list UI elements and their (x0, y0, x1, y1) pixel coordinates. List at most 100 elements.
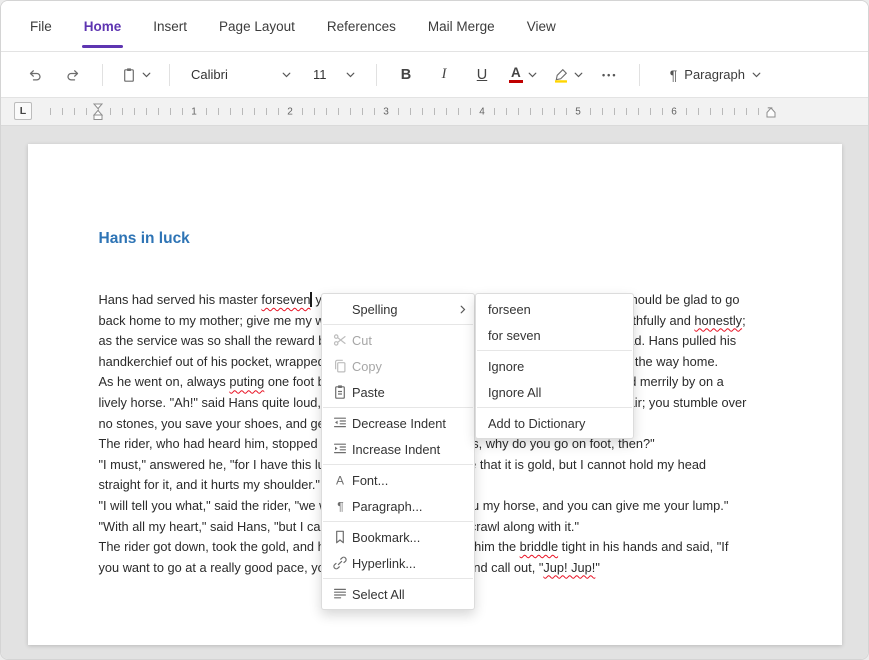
document-heading: Hans in luck (99, 230, 771, 248)
increase-indent-icon (328, 441, 352, 457)
context-menu: Spelling Cut Copy Paste Decrease Indent Incre… (321, 293, 475, 610)
indent-marker-left[interactable] (93, 103, 103, 121)
menu-item-bookmark[interactable]: Bookmark... (322, 524, 474, 550)
font-name-select[interactable]: Calibri (183, 60, 299, 90)
horizontal-ruler: L 1234567 (1, 98, 868, 126)
menu-separator (323, 521, 473, 522)
svg-text:A: A (336, 474, 344, 488)
chevron-down-icon (142, 72, 151, 78)
undo-icon (27, 67, 43, 83)
menu-item-forseen[interactable]: forseen (476, 296, 633, 322)
bold-label: B (401, 67, 411, 83)
menu-bar: FileHomeInsertPage LayoutReferencesMail … (1, 1, 868, 52)
menu-item-spelling[interactable]: Spelling (322, 296, 474, 322)
bold-button[interactable]: B (390, 60, 422, 90)
document-editor-app: FileHomeInsertPage LayoutReferencesMail … (0, 0, 869, 660)
misspelled-word: honestly (694, 313, 742, 328)
font-icon: A (328, 472, 352, 488)
decrease-indent-icon (328, 415, 352, 431)
menu-item-cut: Cut (322, 327, 474, 353)
ruler-number-2: 2 (284, 106, 296, 117)
tab-mail-merge[interactable]: Mail Merge (415, 1, 508, 51)
svg-text:¶: ¶ (337, 500, 343, 514)
ruler-number-6: 6 (668, 106, 680, 117)
toolbar-separator (102, 64, 103, 86)
more-options-button[interactable]: ••• (594, 60, 626, 90)
chevron-down-icon (346, 72, 355, 78)
toolbar-separator (376, 64, 377, 86)
menu-item-ignore-all[interactable]: Ignore All (476, 379, 633, 405)
menu-item-add-to-dictionary[interactable]: Add to Dictionary (476, 410, 633, 436)
menu-item-for-seven[interactable]: for seven (476, 322, 633, 348)
menu-item-label: Ignore (488, 359, 625, 374)
menu-item-decrease-indent[interactable]: Decrease Indent (322, 410, 474, 436)
scissors-icon (328, 332, 352, 348)
pilcrow-icon: ¶ (670, 67, 678, 83)
ellipsis-icon: ••• (602, 70, 617, 80)
underline-label: U (477, 67, 487, 83)
menu-item-label: Paste (352, 385, 466, 400)
menu-item-paragraph[interactable]: ¶ Paragraph... (322, 493, 474, 519)
misspelled-word: forseven (261, 292, 310, 307)
highlight-icon (553, 67, 569, 83)
chevron-down-icon (282, 72, 291, 78)
misspelled-word: briddle (520, 539, 558, 554)
font-size-select[interactable]: 11 (305, 60, 363, 90)
menu-item-label: Paragraph... (352, 499, 466, 514)
ruler-number-1: 1 (188, 106, 200, 117)
tab-view[interactable]: View (514, 1, 569, 51)
tab-insert[interactable]: Insert (140, 1, 200, 51)
chevron-down-icon (574, 72, 583, 78)
ruler-ticks (50, 108, 771, 115)
menu-item-increase-indent[interactable]: Increase Indent (322, 436, 474, 462)
toolbar: Calibri 11 B I U A ••• ¶ Paragraph (1, 52, 868, 98)
toolbar-separator (639, 64, 640, 86)
underline-button[interactable]: U (466, 60, 498, 90)
tab-file[interactable]: File (17, 1, 65, 51)
tab-references[interactable]: References (314, 1, 409, 51)
tab-page-layout[interactable]: Page Layout (206, 1, 308, 51)
misspelled-word: puting (229, 374, 264, 389)
clipboard-button[interactable] (116, 60, 156, 90)
ruler-number-5: 5 (572, 106, 584, 117)
spelling-submenu: forseen for seven Ignore Ignore All Add to D… (475, 293, 634, 439)
text-run: tight in his hands and said, "If (558, 539, 728, 554)
undo-button[interactable] (19, 60, 51, 90)
menu-item-select-all[interactable]: Select All (322, 581, 474, 607)
menu-item-font[interactable]: AFont... (322, 467, 474, 493)
highlight-color-button[interactable] (548, 60, 588, 90)
font-name-value: Calibri (191, 67, 228, 82)
menu-item-label: Bookmark... (352, 530, 466, 545)
paragraph-options-button[interactable]: ¶ Paragraph (661, 60, 770, 90)
select-all-icon (328, 586, 352, 602)
clipboard-icon (121, 67, 137, 83)
menu-item-label: Copy (352, 359, 466, 374)
italic-button[interactable]: I (428, 60, 460, 90)
ruler-number-4: 4 (476, 106, 488, 117)
text-run: " (595, 560, 600, 575)
font-size-value: 11 (313, 67, 327, 82)
indent-marker-right[interactable] (766, 107, 776, 119)
menu-item-label: Ignore All (488, 385, 625, 400)
tab-home[interactable]: Home (71, 1, 135, 51)
menu-separator (323, 407, 473, 408)
menu-item-label: Cut (352, 333, 466, 348)
font-color-icon: A (509, 66, 523, 84)
toolbar-separator (169, 64, 170, 86)
chevron-down-icon (752, 72, 761, 78)
tab-stop-selector[interactable]: L (14, 102, 32, 120)
menu-item-label: forseen (488, 302, 625, 317)
font-color-button[interactable]: A (504, 60, 542, 90)
bookmark-icon (328, 529, 352, 545)
redo-button[interactable] (57, 60, 89, 90)
text-run: straight for it, and it hurts my shoulde… (99, 477, 320, 492)
text-run: As he went on, always (99, 374, 230, 389)
menu-item-copy: Copy (322, 353, 474, 379)
menu-item-label: Increase Indent (352, 442, 466, 457)
hyperlink-icon (328, 555, 352, 571)
menu-item-ignore[interactable]: Ignore (476, 353, 633, 379)
menu-item-label: Hyperlink... (352, 556, 466, 571)
menu-item-paste[interactable]: Paste (322, 379, 474, 405)
menu-separator (477, 350, 632, 351)
menu-item-hyperlink[interactable]: Hyperlink... (322, 550, 474, 576)
